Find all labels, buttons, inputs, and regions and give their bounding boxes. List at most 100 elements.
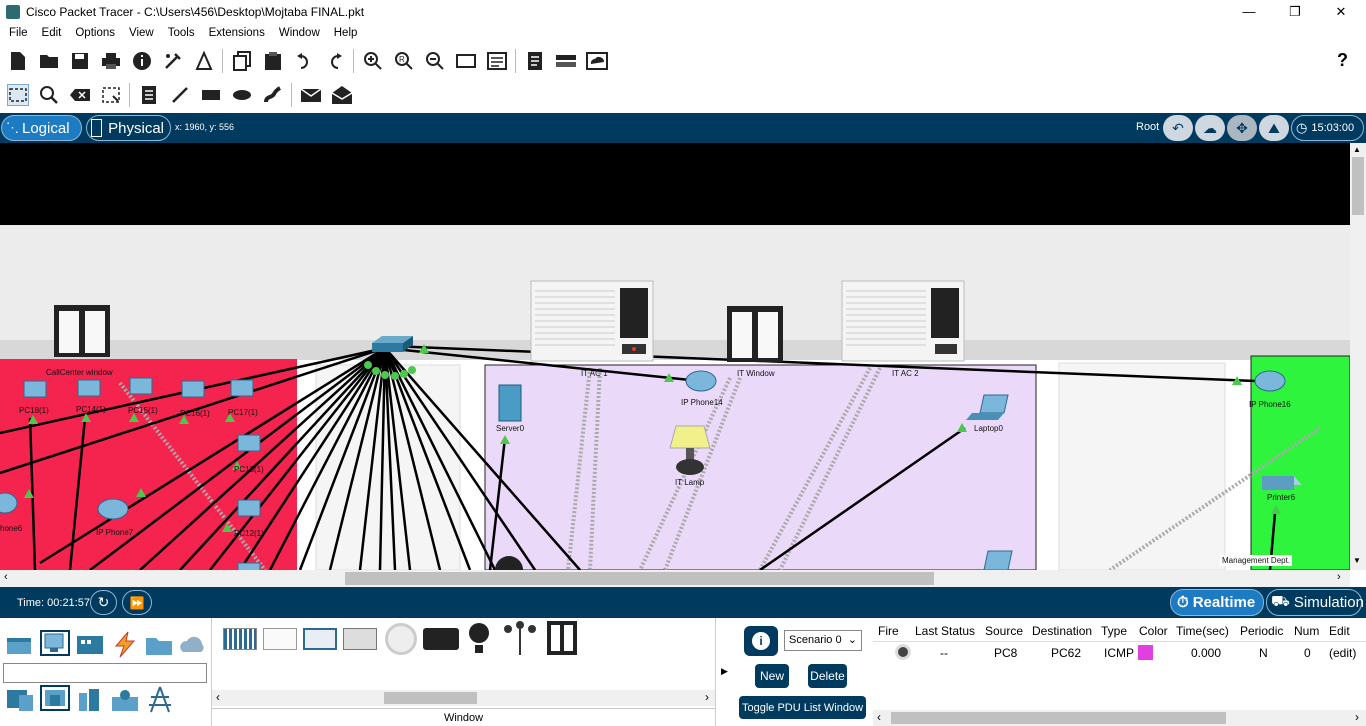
paste-icon[interactable] <box>262 50 284 72</box>
help-button[interactable]: ? <box>1337 50 1348 71</box>
pt-icon[interactable] <box>193 50 215 72</box>
horizontal-scrollbar[interactable]: ‹ › <box>0 570 1350 587</box>
menu-view[interactable]: View <box>122 27 161 39</box>
network-devices-icon[interactable] <box>5 632 35 658</box>
scroll-left-icon[interactable]: ‹ <box>4 571 8 583</box>
save-icon[interactable] <box>69 50 91 72</box>
close-button[interactable]: ✕ <box>1318 0 1364 23</box>
home-category-icon[interactable] <box>40 685 70 711</box>
end-devices-icon[interactable] <box>40 630 70 656</box>
cluster-icon[interactable] <box>585 50 608 72</box>
copy-icon[interactable] <box>231 50 253 72</box>
expand-panel-icon[interactable]: ▶ <box>721 666 728 677</box>
back-icon[interactable]: ↶ <box>1163 115 1193 141</box>
pdu-destination: PC62 <box>1051 646 1082 660</box>
activity-wizard-icon[interactable] <box>162 50 184 72</box>
redo-icon[interactable] <box>324 50 346 72</box>
menu-extensions[interactable]: Extensions <box>202 27 272 39</box>
new-file-icon[interactable] <box>7 50 29 72</box>
delete-icon[interactable] <box>69 84 91 106</box>
window-device-icon[interactable] <box>547 621 577 655</box>
clock-button[interactable]: ◷ 15:03:00 <box>1291 115 1364 141</box>
custom-device-icon[interactable] <box>486 50 508 72</box>
toggle-pdu-list-button[interactable]: Toggle PDU List Window <box>739 696 866 719</box>
power-grid-icon[interactable] <box>145 685 175 713</box>
menu-window[interactable]: Window <box>272 27 327 39</box>
scroll-right-icon[interactable]: › <box>1355 710 1359 724</box>
pdu-list-scrollbar[interactable]: ‹ › <box>873 710 1366 726</box>
device-list-scrollbar[interactable]: ‹ › <box>212 690 715 706</box>
fire-pdu-icon[interactable] <box>895 644 911 660</box>
device-2-icon[interactable] <box>263 628 297 650</box>
vertical-scrollbar[interactable]: ▲ ▼ <box>1350 143 1366 570</box>
info-icon[interactable] <box>131 50 153 72</box>
simple-pdu-icon[interactable] <box>300 84 322 106</box>
power-cycle-icon[interactable]: ↻ <box>90 590 117 615</box>
pc-category-icon[interactable] <box>5 687 35 713</box>
multiuser-icon[interactable] <box>177 632 207 658</box>
menu-tools[interactable]: Tools <box>161 27 202 39</box>
viewport-icon[interactable] <box>555 50 577 72</box>
logical-tab[interactable]: ⋱ Logical <box>1 115 82 141</box>
line-icon[interactable] <box>169 84 191 106</box>
background-icon[interactable]: ⛰ <box>1259 115 1289 141</box>
resize-icon[interactable] <box>100 84 122 106</box>
zoom-in-icon[interactable] <box>362 50 384 72</box>
print-icon[interactable] <box>100 50 122 72</box>
miscellaneous-icon[interactable] <box>144 632 174 658</box>
connections-icon[interactable] <box>110 630 140 658</box>
notes-icon[interactable] <box>524 50 546 72</box>
realtime-mode-button[interactable]: ⏱ Realtime <box>1170 589 1264 616</box>
scroll-right-icon[interactable]: › <box>1337 571 1341 583</box>
info-button[interactable]: i <box>744 626 778 656</box>
device-search-input[interactable] <box>3 663 207 683</box>
components-icon[interactable] <box>75 632 105 658</box>
fast-forward-icon[interactable]: ⏩ <box>122 590 152 615</box>
ellipse-icon[interactable] <box>231 84 253 106</box>
menu-help[interactable]: Help <box>327 27 365 39</box>
industrial-icon[interactable] <box>110 687 140 713</box>
menu-options[interactable]: Options <box>68 27 122 39</box>
physical-tab[interactable]: Physical <box>86 115 171 141</box>
drawing-palette-icon[interactable] <box>455 50 477 72</box>
webcam-icon[interactable] <box>468 621 490 657</box>
menu-file[interactable]: File <box>2 27 35 39</box>
move-icon[interactable]: ✥ <box>1227 115 1257 141</box>
cloud-icon[interactable]: ☁ <box>1195 115 1225 141</box>
scroll-up-icon[interactable]: ▲ <box>1353 145 1361 154</box>
scroll-right-icon[interactable]: › <box>705 690 709 704</box>
pdu-list-thumb[interactable] <box>891 712 1226 724</box>
vertical-scroll-thumb[interactable] <box>1352 157 1364 215</box>
new-scenario-button[interactable]: New <box>755 664 789 688</box>
device-4-icon[interactable] <box>343 628 377 650</box>
zoom-reset-icon[interactable]: R <box>393 50 415 72</box>
complex-pdu-icon[interactable] <box>331 84 353 106</box>
scroll-left-icon[interactable]: ‹ <box>877 710 881 724</box>
horizontal-scroll-thumb[interactable] <box>345 572 934 585</box>
note-icon[interactable] <box>138 84 160 106</box>
scroll-left-icon[interactable]: ‹ <box>216 690 220 704</box>
scenario-select[interactable]: Scenario 0 ⌄ <box>784 630 862 651</box>
device-3-icon[interactable] <box>303 628 337 650</box>
device-list-thumb[interactable] <box>384 692 477 704</box>
minimize-button[interactable]: — <box>1226 0 1272 23</box>
open-folder-icon[interactable] <box>38 50 60 72</box>
logical-workspace-canvas[interactable]: CallCenter window PC18(1) PC14(1) PC15(1… <box>0 143 1350 570</box>
smoke-detector-icon[interactable] <box>385 623 417 655</box>
maximize-button[interactable]: ❐ <box>1272 0 1318 23</box>
device-1-icon[interactable] <box>223 628 257 650</box>
undo-icon[interactable] <box>293 50 315 72</box>
inspect-icon[interactable] <box>38 84 60 106</box>
thermostat-icon[interactable] <box>423 628 459 650</box>
scroll-down-icon[interactable]: ▼ <box>1353 556 1361 565</box>
simulation-mode-button[interactable]: ⛟ Simulation <box>1266 589 1364 616</box>
select-icon[interactable] <box>6 84 29 106</box>
rectangle-icon[interactable] <box>200 84 222 106</box>
delete-scenario-button[interactable]: Delete <box>808 664 847 688</box>
pdu-edit-link[interactable]: (edit) <box>1329 646 1356 660</box>
wind-sensor-icon[interactable] <box>502 621 538 657</box>
menu-edit[interactable]: Edit <box>35 27 69 39</box>
freeform-icon[interactable] <box>262 84 284 106</box>
smart-city-icon[interactable] <box>75 687 105 713</box>
zoom-out-icon[interactable] <box>424 50 446 72</box>
